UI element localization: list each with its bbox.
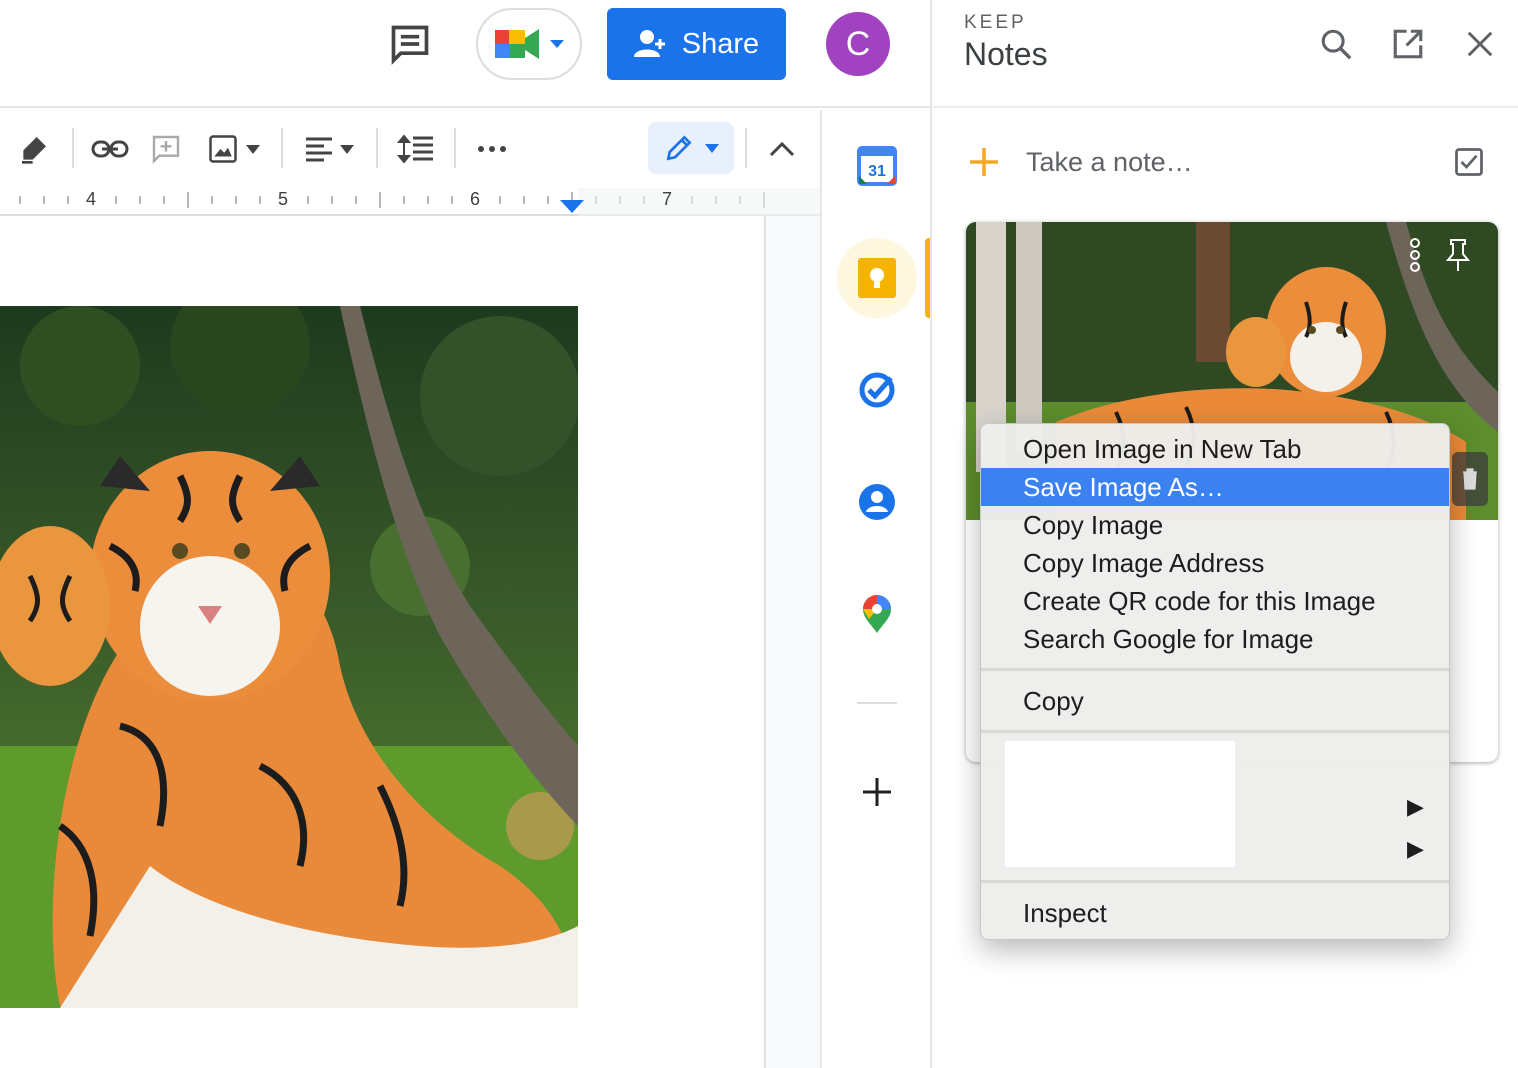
open-in-new-icon: [1393, 29, 1423, 59]
plus-icon: [863, 778, 891, 806]
editing-mode-button[interactable]: [648, 122, 734, 174]
keep-icon: [858, 258, 896, 298]
side-apps-panel: 31: [820, 110, 932, 1068]
document-canvas: [0, 216, 820, 1068]
share-button[interactable]: Share: [607, 8, 786, 80]
take-note-bar[interactable]: Take a note…: [968, 132, 1488, 192]
keep-search-button[interactable]: [1310, 18, 1362, 70]
right-indent-marker[interactable]: [560, 200, 584, 214]
contacts-icon: [859, 484, 895, 520]
image-icon: [209, 135, 237, 163]
comment-icon: [391, 25, 429, 65]
add-comment-button[interactable]: [142, 110, 190, 188]
calendar-app-button[interactable]: 31: [837, 126, 917, 206]
insert-link-button[interactable]: [86, 110, 134, 188]
account-avatar[interactable]: C: [826, 12, 890, 76]
share-label: Share: [681, 27, 760, 60]
line-spacing-icon: [397, 134, 433, 164]
menu-save-image-as[interactable]: Save Image As…: [981, 468, 1449, 506]
menu-open-image-new-tab[interactable]: Open Image in New Tab: [981, 430, 1449, 468]
plus-icon: [970, 148, 998, 176]
line-spacing-button[interactable]: [392, 110, 440, 188]
chevron-down-icon: [705, 143, 719, 153]
submenu-arrow-icon[interactable]: ▶: [1407, 836, 1424, 862]
add-comment-icon: [152, 135, 180, 164]
calendar-icon: 31: [857, 146, 897, 186]
toolbar-divider: [454, 128, 456, 168]
ruler-number: 5: [278, 189, 289, 209]
tasks-app-button[interactable]: [837, 350, 917, 430]
calendar-day: 31: [868, 163, 886, 180]
search-icon: [1321, 29, 1352, 60]
toolbar-divider: [281, 128, 283, 168]
menu-copy[interactable]: Copy: [981, 682, 1449, 720]
delete-image-button[interactable]: [1452, 452, 1488, 506]
ruler-ticks: [19, 188, 820, 216]
align-button[interactable]: [298, 110, 360, 188]
menu-copy-image-address[interactable]: Copy Image Address: [981, 544, 1449, 582]
ruler-number: 4: [86, 189, 97, 209]
pencil-icon: [666, 135, 692, 161]
checkbox-icon[interactable]: [1454, 147, 1484, 177]
menu-separator: [981, 668, 1449, 671]
more-horizontal-icon: [478, 146, 506, 152]
maps-app-button[interactable]: [837, 574, 917, 654]
menu-inspect[interactable]: Inspect: [981, 894, 1449, 932]
formatting-toolbar: [0, 110, 820, 188]
menu-search-google-image[interactable]: Search Google for Image: [981, 620, 1449, 658]
chevron-down-icon: [246, 144, 260, 154]
insert-image-button[interactable]: [198, 110, 270, 188]
comment-history-button[interactable]: [384, 18, 436, 70]
marker-icon: [22, 137, 46, 164]
toolbar-divider: [72, 128, 74, 168]
submenu-arrow-icon[interactable]: ▶: [1407, 794, 1424, 820]
ruler-number: 7: [662, 189, 673, 209]
keep-app-button[interactable]: [837, 238, 917, 318]
tiger-image[interactable]: [0, 306, 578, 1008]
contacts-app-button[interactable]: [837, 462, 917, 542]
ruler-number: 6: [470, 189, 481, 209]
keep-header-divider: [932, 106, 1518, 108]
menu-create-qr-code[interactable]: Create QR code for this Image: [981, 582, 1449, 620]
side-divider: [857, 702, 897, 704]
person-add-icon: [633, 30, 665, 57]
keep-panel-title: Notes: [964, 36, 1048, 72]
more-button[interactable]: [468, 110, 516, 188]
maps-pin-icon: [863, 595, 891, 633]
toolbar-divider: [376, 128, 378, 168]
highlight-button[interactable]: [10, 110, 58, 188]
tiger-photo: [0, 306, 578, 1008]
tasks-icon: [859, 372, 895, 408]
more-vertical-icon[interactable]: [1408, 238, 1422, 272]
menu-separator: [981, 730, 1449, 733]
chevron-down-icon: [550, 40, 564, 48]
close-panel-button[interactable]: [1454, 18, 1506, 70]
link-icon: [91, 140, 129, 158]
redacted-menu-items: [1005, 741, 1235, 867]
pin-icon[interactable]: [1445, 238, 1471, 272]
toolbar-divider: [745, 128, 747, 168]
trash-icon: [1463, 468, 1477, 490]
chevron-down-icon: [340, 144, 354, 154]
app-window: Share C 4 5 6 7 31 KEEP Notes Take a not…: [0, 0, 1518, 1068]
hide-menus-button[interactable]: [758, 110, 806, 188]
align-left-icon: [306, 137, 332, 162]
context-menu: Open Image in New Tab Save Image As… Cop…: [980, 423, 1450, 940]
chevron-up-icon: [769, 141, 795, 157]
menu-copy-image[interactable]: Copy Image: [981, 506, 1449, 544]
horizontal-ruler[interactable]: 4 5 6 7: [0, 188, 820, 216]
get-addons-button[interactable]: [837, 752, 917, 832]
take-note-placeholder: Take a note…: [1026, 146, 1193, 177]
meet-button[interactable]: [476, 8, 582, 80]
open-in-new-tab-button[interactable]: [1382, 18, 1434, 70]
docs-header: Share C: [0, 0, 930, 108]
document-page[interactable]: [0, 216, 766, 1068]
keep-brand-label: KEEP: [964, 12, 1027, 33]
menu-separator: [981, 880, 1449, 883]
close-icon: [1467, 31, 1493, 57]
meet-icon: [495, 29, 539, 59]
